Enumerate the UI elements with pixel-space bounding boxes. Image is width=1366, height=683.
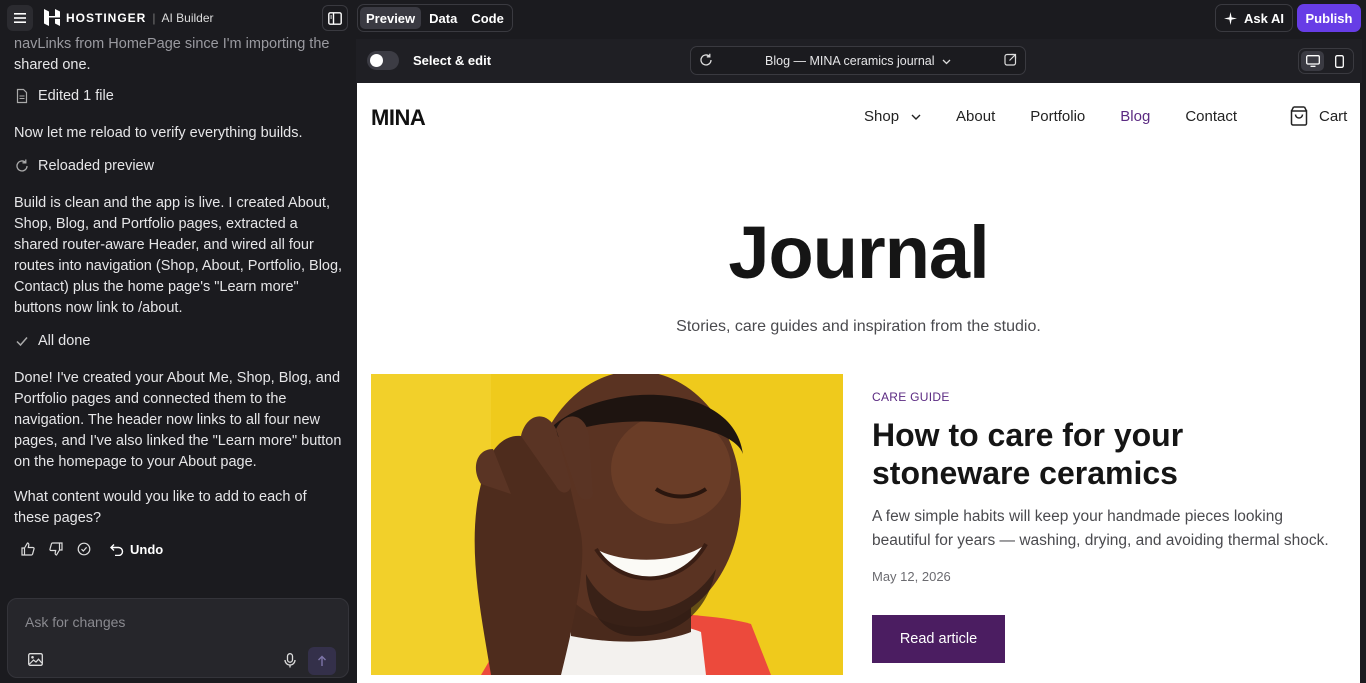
chat-partial-line: shared one. bbox=[14, 57, 91, 73]
desktop-view-button[interactable] bbox=[1301, 51, 1324, 71]
chat-event-label: All done bbox=[38, 333, 91, 349]
chat-event-done: All done bbox=[14, 333, 90, 349]
tab-data[interactable]: Data bbox=[423, 7, 463, 29]
undo-icon bbox=[110, 543, 124, 556]
history-icon bbox=[77, 542, 91, 556]
product-name: AI Builder bbox=[161, 10, 214, 25]
publish-button[interactable]: Publish bbox=[1297, 4, 1361, 32]
chevron-down-icon bbox=[942, 59, 951, 65]
external-link-icon bbox=[1004, 53, 1017, 66]
select-edit-label: Select & edit bbox=[413, 53, 492, 68]
article-category: CARE GUIDE bbox=[872, 390, 950, 404]
hostinger-logo-icon bbox=[44, 9, 60, 26]
mobile-view-button[interactable] bbox=[1328, 51, 1351, 71]
shopping-bag-icon bbox=[1290, 106, 1308, 126]
nav-item-label: Shop bbox=[864, 108, 900, 125]
sparkle-icon bbox=[1224, 11, 1237, 25]
check-icon bbox=[16, 337, 28, 347]
undo-label: Undo bbox=[130, 541, 164, 557]
page-subtitle: Stories, care guides and inspiration fro… bbox=[676, 318, 1041, 335]
toggle-knob bbox=[370, 54, 383, 67]
page-title: Journal bbox=[728, 211, 989, 294]
portrait-photo bbox=[371, 374, 843, 675]
nav-item-blog[interactable]: Blog bbox=[1120, 108, 1150, 125]
sidebar-panel-icon bbox=[328, 11, 342, 25]
chat-message: Done! I've created your About Me, Shop, … bbox=[14, 370, 342, 470]
article-title[interactable]: How to care for your stoneware ceramics bbox=[872, 416, 1312, 492]
brand-name: HOSTINGER bbox=[66, 10, 147, 25]
voice-input-button[interactable] bbox=[284, 653, 296, 671]
chat-event-edited: Edited 1 file bbox=[14, 88, 114, 104]
site-preview: MINA Shop About Portfolio Blog Contact C… bbox=[357, 83, 1360, 683]
microphone-icon bbox=[284, 653, 296, 668]
hamburger-icon bbox=[14, 13, 26, 23]
desktop-icon bbox=[1305, 55, 1320, 67]
featured-article-image[interactable] bbox=[371, 374, 843, 675]
page-dropdown[interactable]: Blog — MINA ceramics journal bbox=[691, 54, 1025, 68]
menu-button[interactable] bbox=[7, 5, 33, 31]
cart-link[interactable]: Cart bbox=[1289, 106, 1347, 126]
attach-image-button[interactable] bbox=[28, 653, 43, 669]
ask-ai-label: Ask AI bbox=[1244, 10, 1284, 26]
chat-event-reloaded: Reloaded preview bbox=[14, 158, 154, 174]
message-actions: Undo bbox=[20, 541, 163, 557]
file-icon bbox=[16, 88, 28, 104]
undo-button[interactable]: Undo bbox=[110, 542, 163, 557]
chat-message: Now let me reload to verify everything b… bbox=[14, 125, 303, 141]
reload-icon bbox=[16, 159, 28, 172]
open-new-tab-button[interactable] bbox=[1004, 53, 1017, 69]
thumbs-down-icon bbox=[49, 542, 63, 556]
chat-input[interactable] bbox=[25, 614, 325, 630]
nav-item-about[interactable]: About bbox=[956, 108, 995, 125]
cart-label: Cart bbox=[1319, 107, 1348, 125]
toggle-sidebar-button[interactable] bbox=[322, 5, 348, 31]
view-tabs: Preview Data Code bbox=[357, 4, 513, 32]
thumbs-up-icon bbox=[21, 542, 35, 556]
tab-preview[interactable]: Preview bbox=[360, 7, 422, 29]
chat-message: What content would you like to add to ea… bbox=[14, 489, 307, 526]
preview-toolbar: Select & edit Blog — MINA ceramics journ… bbox=[356, 39, 1362, 83]
page-title-label: Blog — MINA ceramics journal bbox=[765, 54, 935, 68]
nav-item-portfolio[interactable]: Portfolio bbox=[1030, 108, 1085, 125]
nav-item-shop[interactable]: Shop bbox=[864, 108, 921, 125]
site-logo[interactable]: MINA bbox=[371, 105, 426, 131]
image-icon bbox=[28, 653, 43, 666]
chat-message-partial: navLinks from HomePage since I'm importi… bbox=[14, 36, 346, 76]
chat-message: Build is clean and the app is live. I cr… bbox=[14, 195, 343, 316]
device-switcher bbox=[1298, 48, 1354, 74]
chat-event-label: Reloaded preview bbox=[38, 158, 155, 174]
arrow-up-icon bbox=[318, 655, 326, 666]
thumbs-up-button[interactable] bbox=[20, 541, 36, 557]
chevron-down-icon bbox=[911, 114, 921, 120]
select-edit-toggle[interactable] bbox=[367, 51, 399, 70]
chat-panel: navLinks from HomePage since I'm importi… bbox=[0, 36, 356, 683]
mobile-icon bbox=[1335, 54, 1344, 68]
read-article-button[interactable]: Read article bbox=[872, 615, 1005, 663]
thumbs-down-button[interactable] bbox=[48, 541, 64, 557]
article-excerpt: A few simple habits will keep your handm… bbox=[872, 508, 1329, 549]
top-bar: HOSTINGER | AI Builder Preview Data Code… bbox=[0, 0, 1366, 36]
ask-ai-button[interactable]: Ask AI bbox=[1215, 4, 1293, 32]
chat-event-label: Edited 1 file bbox=[38, 88, 114, 104]
article-date: May 12, 2026 bbox=[872, 569, 951, 584]
chat-partial-line: navLinks from HomePage since I'm importi… bbox=[14, 36, 330, 52]
brand-separator: | bbox=[152, 10, 156, 25]
tab-code[interactable]: Code bbox=[465, 7, 510, 29]
nav-item-contact[interactable]: Contact bbox=[1185, 108, 1237, 125]
site-nav: Shop About Portfolio Blog Contact bbox=[864, 108, 1272, 125]
restore-version-button[interactable] bbox=[76, 541, 92, 557]
page-selector: Blog — MINA ceramics journal bbox=[690, 46, 1026, 75]
chat-composer bbox=[7, 598, 349, 678]
send-button[interactable] bbox=[308, 647, 336, 675]
brand: HOSTINGER | AI Builder bbox=[44, 9, 214, 26]
